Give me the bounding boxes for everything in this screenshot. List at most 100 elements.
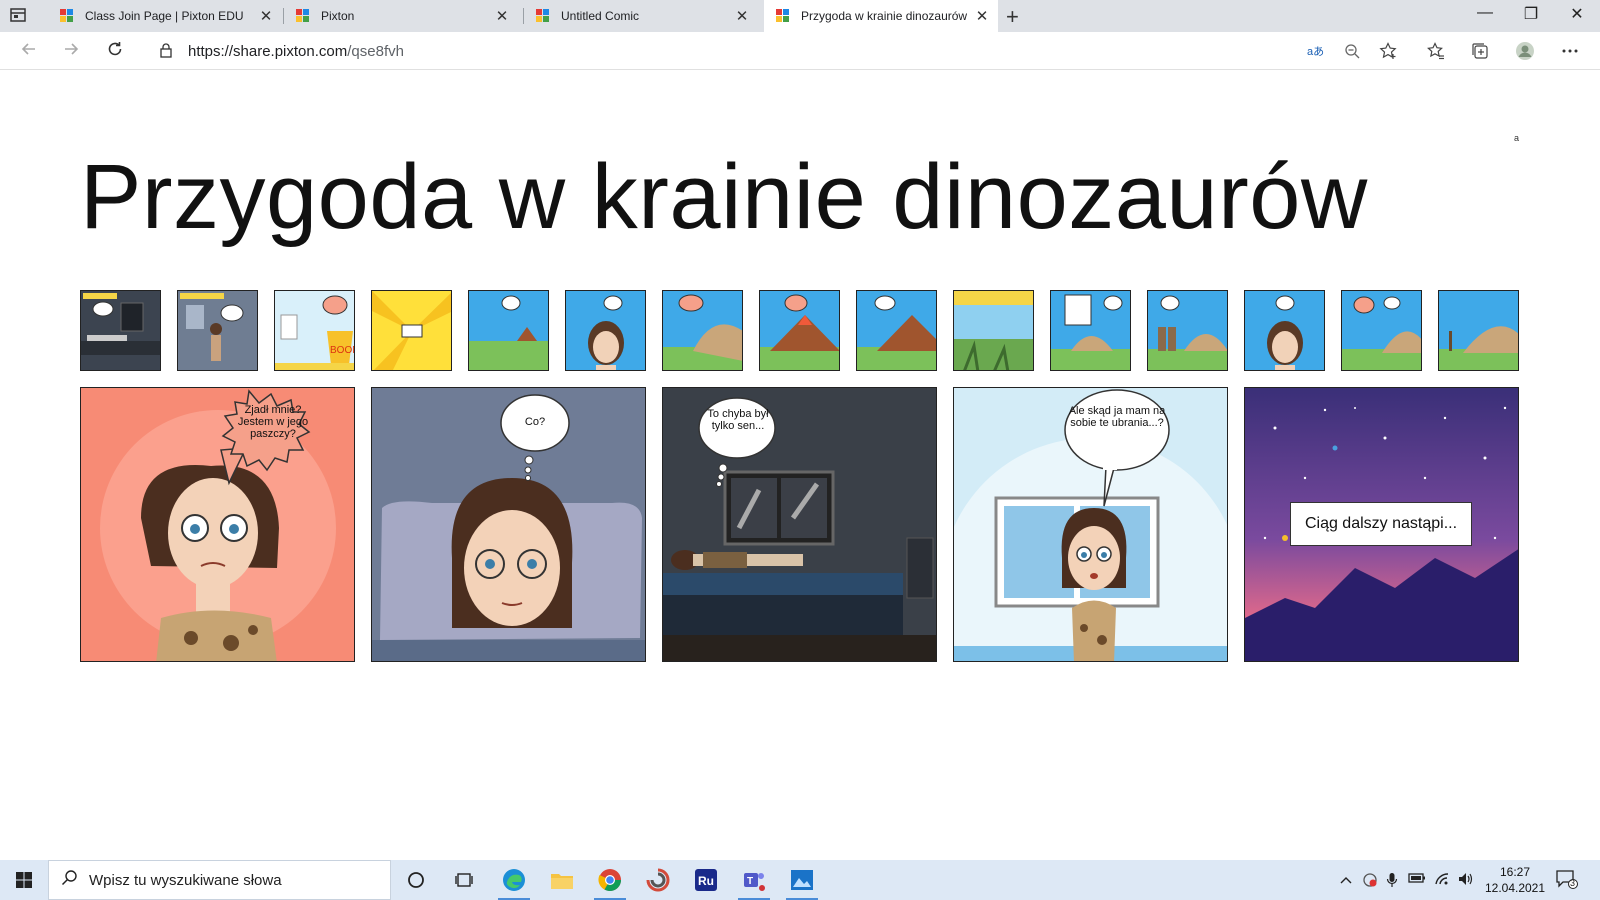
task-view-icon bbox=[455, 873, 473, 887]
close-window-button[interactable]: ✕ bbox=[1554, 4, 1600, 24]
chrome-icon bbox=[598, 869, 621, 891]
svg-text:T: T bbox=[747, 876, 753, 887]
edge-icon bbox=[503, 869, 525, 891]
comic-panel-4[interactable]: Ale skąd ja mam na sobie te ubrania...? bbox=[953, 387, 1228, 662]
collections-icon[interactable] bbox=[1470, 41, 1490, 61]
app-spiral-icon bbox=[646, 868, 670, 892]
taskbar-ru[interactable]: Ru bbox=[682, 860, 730, 900]
pixton-favicon-icon bbox=[776, 9, 790, 23]
start-button[interactable] bbox=[0, 860, 48, 900]
tab-untitled-comic[interactable]: Untitled Comic ✕ bbox=[524, 0, 758, 32]
taskbar-search-input[interactable]: Wpisz tu wyszukiwane słowa bbox=[48, 860, 391, 900]
taskbar-teams[interactable]: T bbox=[730, 860, 778, 900]
thumbnail-6[interactable] bbox=[565, 290, 646, 371]
address-bar[interactable]: https://share.pixton.com/qse8fvh bbox=[146, 35, 1406, 67]
taskbar-clock[interactable]: 16:27 12.04.2021 bbox=[1480, 864, 1550, 896]
volume-icon[interactable] bbox=[1458, 872, 1474, 889]
back-button[interactable] bbox=[20, 40, 38, 63]
maximize-button[interactable]: ❐ bbox=[1508, 4, 1554, 24]
forward-button[interactable] bbox=[62, 40, 80, 63]
forward-arrow-icon bbox=[65, 43, 79, 55]
thumbnail-12[interactable] bbox=[1147, 290, 1228, 371]
tab-close-icon[interactable]: ✕ bbox=[732, 7, 752, 25]
thumbnail-10[interactable] bbox=[953, 290, 1034, 371]
thumbnail-2[interactable] bbox=[177, 290, 258, 371]
url-path: /qse8fvh bbox=[347, 43, 404, 60]
refresh-button[interactable] bbox=[106, 40, 124, 63]
browser-toolbar: https://share.pixton.com/qse8fvh aあ bbox=[0, 32, 1600, 70]
comic-panel-1[interactable]: Zjadł mnie? Jestem w jego paszczy? bbox=[80, 387, 355, 662]
taskbar-photos[interactable] bbox=[778, 860, 826, 900]
zoom-out-icon[interactable] bbox=[1342, 41, 1362, 61]
chevron-up-icon bbox=[1340, 877, 1352, 884]
more-menu-icon[interactable] bbox=[1560, 41, 1580, 61]
windows-taskbar: Wpisz tu wyszukiwane słowa Ru T 16:27 12… bbox=[0, 860, 1600, 900]
wifi-icon[interactable] bbox=[1434, 872, 1450, 889]
taskbar-edge[interactable] bbox=[490, 860, 538, 900]
thumbnail-5[interactable] bbox=[468, 290, 549, 371]
taskbar-app-spiral[interactable] bbox=[634, 860, 682, 900]
search-icon bbox=[61, 869, 77, 891]
thumbnail-14[interactable] bbox=[1341, 290, 1422, 371]
comic-title: Przygoda w krainie dinozaurów bbox=[80, 146, 1368, 248]
minimize-button[interactable]: — bbox=[1462, 4, 1508, 22]
tab-class-join[interactable]: Class Join Page | Pixton EDU ✕ bbox=[48, 0, 282, 32]
tab-title: Pixton bbox=[321, 9, 355, 23]
add-favorite-icon[interactable] bbox=[1378, 41, 1398, 61]
tab-close-icon[interactable]: ✕ bbox=[492, 7, 512, 25]
notifications-button[interactable]: 3 bbox=[1556, 869, 1578, 892]
comic-panel-3[interactable]: To chyba był tylko sen... bbox=[662, 387, 937, 662]
task-view-button[interactable] bbox=[440, 860, 488, 900]
lock-icon[interactable] bbox=[160, 43, 172, 63]
show-hidden-icons-button[interactable] bbox=[1340, 872, 1352, 887]
svg-text:BOOM: BOOM bbox=[330, 345, 355, 356]
speech-bubble-text: Ale skąd ja mam na sobie te ubrania...? bbox=[1068, 405, 1166, 429]
thumbnail-11[interactable] bbox=[1050, 290, 1131, 371]
refresh-icon bbox=[108, 42, 122, 56]
pixton-favicon-icon bbox=[536, 9, 550, 23]
tab-przygoda[interactable]: Przygoda w krainie dinozaurów ✕ bbox=[764, 0, 998, 32]
profile-avatar-icon[interactable] bbox=[1515, 41, 1535, 61]
comic-panel-2[interactable]: Co? bbox=[371, 387, 646, 662]
back-arrow-icon bbox=[21, 43, 35, 55]
tab-actions-icon[interactable] bbox=[10, 7, 38, 27]
teams-icon: T bbox=[744, 873, 765, 891]
ru-app-icon: Ru bbox=[695, 869, 717, 891]
thumbnail-4[interactable] bbox=[371, 290, 452, 371]
thought-bubble-text: Co? bbox=[524, 416, 546, 428]
microphone-icon[interactable] bbox=[1386, 872, 1398, 891]
panel-4-art bbox=[954, 389, 1227, 661]
pixton-favicon-icon bbox=[296, 9, 310, 23]
taskbar-file-explorer[interactable] bbox=[538, 860, 586, 900]
tab-strip: Class Join Page | Pixton EDU ✕ Pixton ✕ … bbox=[0, 0, 1600, 32]
url-host: https://share.pixton.com bbox=[188, 43, 348, 60]
tab-title: Untitled Comic bbox=[561, 9, 640, 23]
thumbnail-7[interactable] bbox=[662, 290, 743, 371]
clock-time: 16:27 bbox=[1499, 865, 1531, 879]
battery-icon[interactable] bbox=[1408, 872, 1426, 887]
taskbar-chrome[interactable] bbox=[586, 860, 634, 900]
thumbnail-15[interactable] bbox=[1438, 290, 1519, 371]
new-tab-button[interactable]: + bbox=[1006, 4, 1019, 30]
photos-icon bbox=[791, 870, 813, 890]
svg-text:aあ: aあ bbox=[1307, 45, 1324, 58]
read-aloud-icon[interactable]: aあ bbox=[1306, 41, 1326, 61]
thumbnail-9[interactable] bbox=[856, 290, 937, 371]
tab-close-icon[interactable]: ✕ bbox=[972, 7, 992, 25]
thought-bubble-text: To chyba był tylko sen... bbox=[707, 408, 769, 432]
to-be-continued-caption: Ciąg dalszy nastąpi... bbox=[1290, 502, 1472, 546]
cortana-button[interactable] bbox=[392, 860, 440, 900]
pixton-favicon-icon bbox=[60, 9, 74, 23]
thumbnail-3[interactable]: BOOM bbox=[274, 290, 355, 371]
thumbnail-8[interactable] bbox=[759, 290, 840, 371]
tab-pixton[interactable]: Pixton ✕ bbox=[284, 0, 518, 32]
tray-sync-icon[interactable] bbox=[1362, 872, 1378, 891]
corner-mark: a bbox=[1514, 133, 1520, 143]
favorites-icon[interactable] bbox=[1426, 41, 1446, 61]
tab-title: Class Join Page | Pixton EDU bbox=[85, 9, 244, 23]
thumbnail-13[interactable] bbox=[1244, 290, 1325, 371]
tab-close-icon[interactable]: ✕ bbox=[256, 7, 276, 25]
comic-panel-5[interactable]: Ciąg dalszy nastąpi... bbox=[1244, 387, 1519, 662]
panel-2-art bbox=[372, 394, 645, 661]
thumbnail-1[interactable] bbox=[80, 290, 161, 371]
